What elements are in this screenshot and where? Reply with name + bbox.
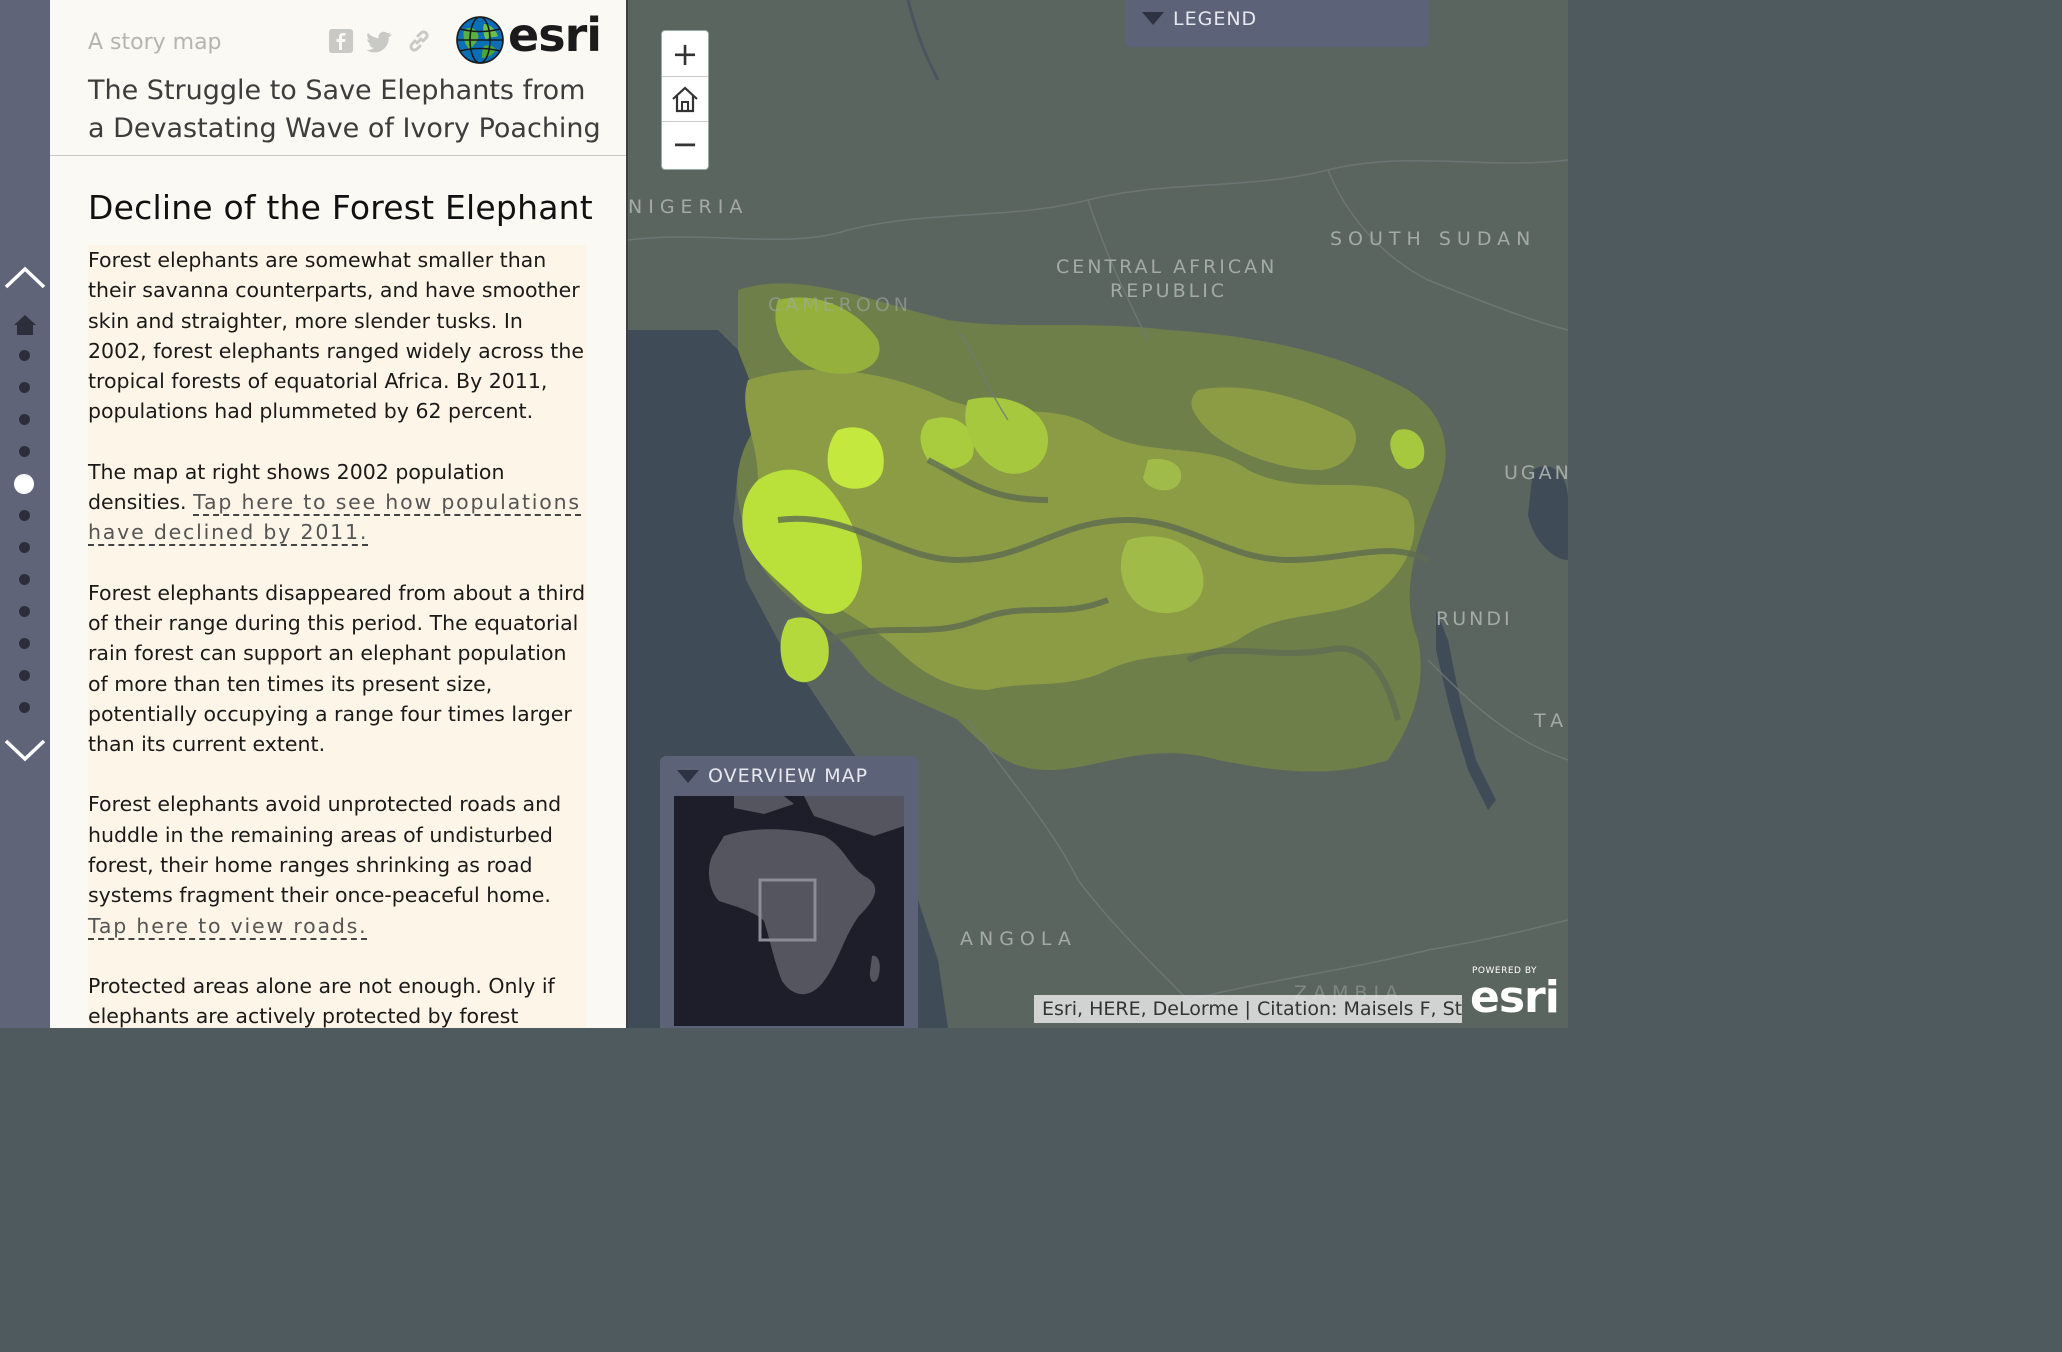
map-label-car-line2: REPUBLIC xyxy=(1110,280,1228,302)
paragraph-text: Forest elephants avoid unprotected roads… xyxy=(88,792,562,908)
map-label-cameroon: CAMEROON xyxy=(768,294,912,316)
facebook-icon[interactable] xyxy=(328,28,354,54)
nav-dot[interactable] xyxy=(19,606,30,617)
nav-dot[interactable] xyxy=(19,510,30,521)
nav-dot[interactable] xyxy=(19,542,30,553)
paragraph: The map at right shows 2002 population d… xyxy=(88,457,586,548)
home-icon[interactable] xyxy=(13,314,37,336)
panel-header: A story map esri The Struggle to Save El… xyxy=(50,0,626,156)
overview-map-label[interactable]: OVERVIEW MAP xyxy=(708,765,868,787)
map-label-angola: ANGOLA xyxy=(960,928,1077,950)
story-title: The Struggle to Save Elephants from a De… xyxy=(88,75,601,144)
paragraph: Protected areas alone are not enough. On… xyxy=(88,973,555,1028)
chevron-up-icon[interactable] xyxy=(0,262,50,292)
esri-globe-logo-icon xyxy=(456,16,504,64)
section-text-block: Forest elephants are somewhat smaller th… xyxy=(88,245,586,1028)
map-label-nigeria: NIGERIA xyxy=(628,196,749,218)
home-icon xyxy=(672,86,698,112)
map-label-car-line1: CENTRAL AFRICAN xyxy=(1056,256,1278,278)
map-view[interactable]: NIGERIA SOUTH SUDAN CENTRAL AFRICAN REPU… xyxy=(628,0,1568,1028)
esri-brand[interactable]: esri xyxy=(508,8,602,62)
map-label-uganda: UGAN xyxy=(1504,462,1568,484)
map-label-south-sudan: SOUTH SUDAN xyxy=(1330,228,1537,250)
section-content: Decline of the Forest Elephant Forest el… xyxy=(88,170,598,1028)
nav-dot[interactable] xyxy=(19,446,30,457)
nav-dot[interactable] xyxy=(19,574,30,585)
story-nav-rail xyxy=(0,0,50,1028)
paragraph: Forest elephants disappeared from about … xyxy=(88,580,586,757)
nav-dot[interactable] xyxy=(19,670,30,681)
map-label-tanzania: TA xyxy=(1534,710,1568,732)
paragraph: Forest elephants are somewhat smaller th… xyxy=(88,248,584,424)
nav-dot-active[interactable] xyxy=(14,474,34,494)
overview-map[interactable] xyxy=(674,796,904,1026)
caret-down-icon xyxy=(1142,12,1164,25)
nav-dot[interactable] xyxy=(19,638,30,649)
africa-overview-map xyxy=(674,796,904,1026)
overview-map-panel: OVERVIEW MAP xyxy=(660,756,918,1028)
map-attribution[interactable]: Esri, HERE, DeLorme | Citation: Maisels … xyxy=(1034,995,1462,1023)
nav-dot[interactable] xyxy=(19,350,30,361)
zoom-out-button[interactable]: − xyxy=(662,121,708,166)
view-roads-link[interactable]: Tap here to view roads. xyxy=(88,913,368,940)
home-extent-button[interactable] xyxy=(662,76,708,122)
caret-down-icon[interactable] xyxy=(677,770,699,783)
map-label-burundi: RUNDI xyxy=(1436,608,1513,630)
link-icon[interactable] xyxy=(406,28,432,54)
story-side-panel: A story map esri The Struggle to Save El… xyxy=(50,0,628,1028)
legend-label: LEGEND xyxy=(1173,8,1258,30)
story-subtitle: A story map xyxy=(88,30,222,55)
powered-by-brand: esri xyxy=(1470,972,1560,1023)
legend-panel[interactable]: LEGEND xyxy=(1125,0,1429,47)
twitter-icon[interactable] xyxy=(366,28,392,54)
section-title: Decline of the Forest Elephant xyxy=(88,188,593,227)
zoom-controls: + − xyxy=(661,30,709,170)
zoom-in-button[interactable]: + xyxy=(662,31,708,77)
nav-dot[interactable] xyxy=(19,702,30,713)
nav-dot[interactable] xyxy=(19,382,30,393)
paragraph: Forest elephants avoid unprotected roads… xyxy=(88,789,586,940)
chevron-down-icon[interactable] xyxy=(0,736,50,766)
nav-dot[interactable] xyxy=(19,414,30,425)
